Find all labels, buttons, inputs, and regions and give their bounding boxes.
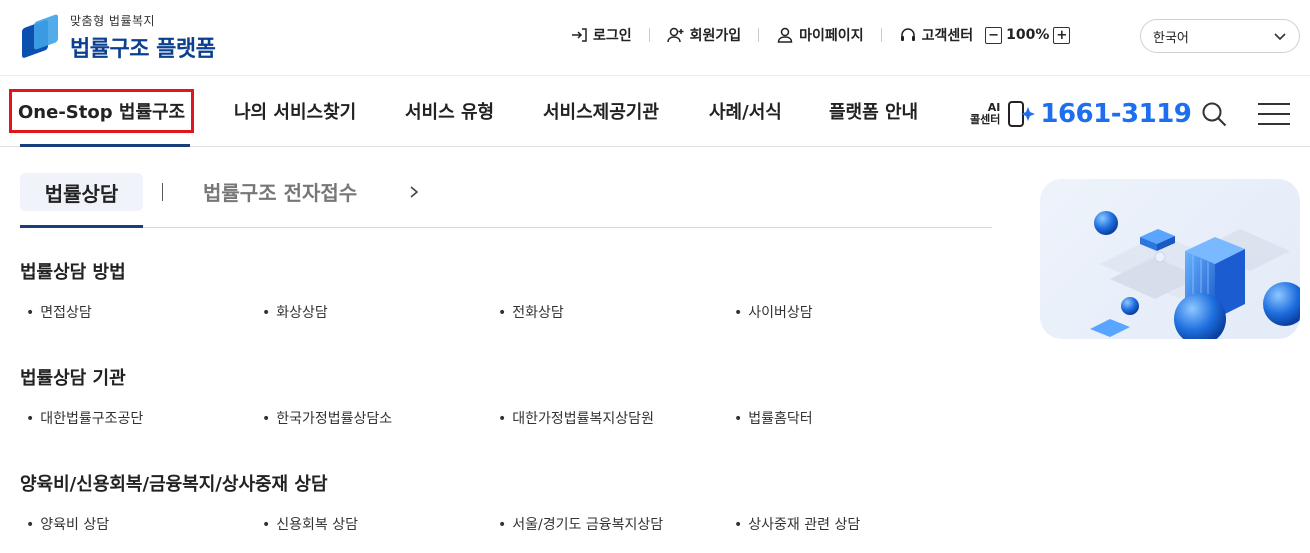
illustration-banner <box>1040 179 1300 339</box>
site-logo[interactable]: 맞춤형 법률복지 법률구조 플랫폼 <box>20 12 216 63</box>
nav-active-indicator <box>20 144 190 147</box>
hamburger-menu-icon[interactable] <box>1258 103 1290 125</box>
login-label: 로그인 <box>593 28 632 44</box>
list-item[interactable]: 한국가정법률상담소 <box>262 408 392 428</box>
nav-item-cases-forms[interactable]: 사례/서식 <box>709 89 782 133</box>
divider <box>162 183 163 201</box>
section-title: 법률상담 기관 <box>20 368 126 389</box>
nav-item-service-type[interactable]: 서비스 유형 <box>405 89 494 133</box>
signup-label: 회원가입 <box>689 28 742 44</box>
list-item[interactable]: 법률홈닥터 <box>734 408 812 428</box>
add-user-icon <box>666 27 684 43</box>
user-icon <box>777 27 793 43</box>
list-item[interactable]: 양육비 상담 <box>26 514 109 534</box>
phone-sparkle-icon <box>1008 101 1036 127</box>
list-item[interactable]: 사이버상담 <box>734 302 812 322</box>
logo-mark-icon <box>20 13 62 62</box>
nav-item-providers[interactable]: 서비스제공기관 <box>543 89 659 133</box>
zoom-control: − 100% + <box>985 26 1071 44</box>
language-select[interactable]: 한국어 <box>1140 19 1300 53</box>
callcenter[interactable]: AI 콜센터 1661-3119 <box>970 99 1192 129</box>
zoom-in-button[interactable]: + <box>1053 26 1071 44</box>
section-methods: 법률상담 방법 면접상담 화상상담 전화상담 사이버상담 <box>20 258 992 322</box>
chevron-right-icon[interactable] <box>408 181 420 203</box>
callcenter-label: 콜센터 <box>970 113 1001 126</box>
tab-active-indicator <box>20 225 143 228</box>
list-item[interactable]: 신용회복 상담 <box>262 514 358 534</box>
tab-legal-consultation[interactable]: 법률상담 <box>20 173 143 211</box>
section-institutions: 법률상담 기관 대한법률구조공단 한국가정법률상담소 대한가정법률복지상담원 법… <box>20 364 992 428</box>
list-item[interactable]: 면접상담 <box>26 302 92 322</box>
login-icon <box>572 28 587 42</box>
list-item[interactable]: 전화상담 <box>498 302 564 322</box>
logo-title: 법률구조 플랫폼 <box>70 37 216 62</box>
support-label: 고객센터 <box>921 28 974 44</box>
list-item[interactable]: 화상상담 <box>262 302 328 322</box>
mypage-link[interactable]: 마이페이지 <box>776 25 864 45</box>
data-blocks-illustration <box>1090 211 1300 339</box>
divider <box>758 28 760 42</box>
headset-icon <box>900 28 915 41</box>
divider <box>648 28 650 42</box>
tab-e-filing[interactable]: 법률구조 전자접수 <box>203 177 357 206</box>
signup-link[interactable]: 회원가입 <box>666 25 742 45</box>
login-link[interactable]: 로그인 <box>570 25 632 45</box>
nav-item-platform-guide[interactable]: 플랫폼 안내 <box>829 89 918 133</box>
logo-subtitle: 맞춤형 법률복지 <box>70 14 156 28</box>
main-nav: One-Stop 법률구조 나의 서비스찾기 서비스 유형 서비스제공기관 사례… <box>0 77 1310 147</box>
section-title: 양육비/신용회복/금융복지/상사중재 상담 <box>20 474 328 495</box>
list-item[interactable]: 서울/경기도 금융복지상담 <box>498 514 663 534</box>
section-other-consultation: 양육비/신용회복/금융복지/상사중재 상담 양육비 상담 신용회복 상담 서울/… <box>20 470 992 534</box>
utility-menu: 로그인 회원가입 마이페이지 고객센터 − 100% + <box>570 22 1071 48</box>
nav-item-find-service[interactable]: 나의 서비스찾기 <box>234 89 356 133</box>
section-title: 법률상담 방법 <box>20 262 126 283</box>
language-selected: 한국어 <box>1153 30 1189 46</box>
top-header: 맞춤형 법률복지 법률구조 플랫폼 로그인 회원가입 마이페이지 고객센터 − … <box>0 0 1310 76</box>
callcenter-number: 1661-3119 <box>1040 99 1192 129</box>
nav-item-one-stop[interactable]: One-Stop 법률구조 <box>9 89 195 133</box>
divider <box>880 28 882 42</box>
zoom-level: 100% <box>1006 27 1050 43</box>
search-icon[interactable] <box>1200 100 1228 128</box>
list-item[interactable]: 상사중재 관련 상담 <box>734 514 860 534</box>
list-item[interactable]: 대한가정법률복지상담원 <box>498 408 654 428</box>
list-item[interactable]: 대한법률구조공단 <box>26 408 143 428</box>
zoom-out-button[interactable]: − <box>985 26 1003 44</box>
chevron-down-icon <box>1274 33 1286 41</box>
content-tabs: 법률상담 법률구조 전자접수 <box>20 173 992 228</box>
mypage-label: 마이페이지 <box>799 28 864 44</box>
support-link[interactable]: 고객센터 <box>899 25 974 45</box>
